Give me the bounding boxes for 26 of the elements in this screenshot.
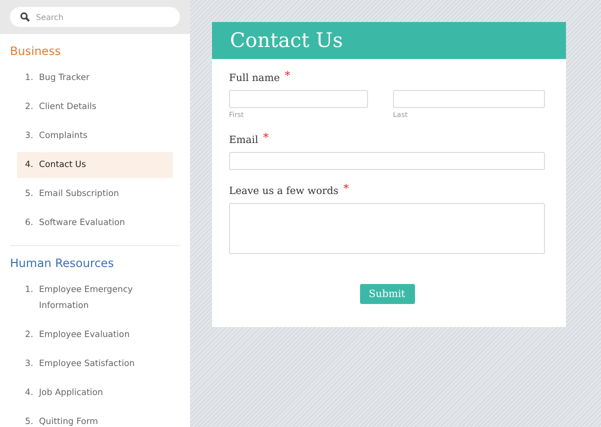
sidebar-item[interactable]: 1. Bug Tracker xyxy=(17,65,173,91)
section-heading: Human Resources xyxy=(10,256,115,270)
sidebar-item[interactable]: 6. Software Evaluation xyxy=(17,210,173,236)
required-mark: * xyxy=(263,131,269,146)
required-mark: * xyxy=(343,182,349,197)
sidebar-item[interactable]: 1. Employee Emergency Information xyxy=(17,277,173,319)
sidebar-item[interactable]: 3. Complaints xyxy=(17,123,173,149)
sidebar-item[interactable]: 2. Employee Evaluation xyxy=(17,322,173,348)
form-title: Contact Us xyxy=(212,22,566,59)
search-icon xyxy=(20,12,30,22)
search-field[interactable]: Search xyxy=(10,7,180,27)
input-field[interactable] xyxy=(393,90,545,108)
sidebar-item[interactable]: 5. Email Subscription xyxy=(17,181,173,207)
required-mark: * xyxy=(284,69,290,84)
sidebar-item[interactable]: 4. Job Application xyxy=(17,380,173,406)
sidebar-item[interactable]: 5. Quitting Form xyxy=(17,409,173,427)
field-label: Full name xyxy=(229,73,280,84)
sidebar-item[interactable]: 4. Contact Us xyxy=(17,152,173,178)
input-field[interactable] xyxy=(229,90,368,108)
sidebar-item[interactable]: 3. Employee Satisfaction xyxy=(17,351,173,377)
sidebar-item[interactable]: 2. Client Details xyxy=(17,94,173,120)
input-field[interactable] xyxy=(229,152,545,170)
section-heading: Business xyxy=(10,44,62,58)
field-label: Email xyxy=(229,135,258,146)
text-area[interactable] xyxy=(229,203,545,254)
field-label: Leave us a few words xyxy=(229,186,338,197)
